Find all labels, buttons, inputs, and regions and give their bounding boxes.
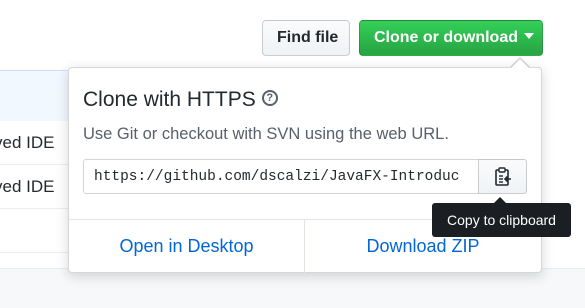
commit-message: ved IDE: [0, 133, 55, 152]
caret-down-icon: [524, 32, 534, 39]
clipboard-icon: [494, 166, 511, 186]
popover-arrow-inner: [511, 59, 529, 68]
clone-or-download-label: Clone or download: [374, 29, 518, 46]
commit-message: ved IDE: [0, 177, 55, 196]
clone-dropdown: Clone with HTTPS? Use Git or checkout wi…: [68, 67, 542, 273]
clone-url-group: [83, 159, 528, 194]
clone-url-input[interactable]: [83, 159, 479, 194]
clone-description: Use Git or checkout with SVN using the w…: [83, 125, 449, 143]
help-icon[interactable]: ?: [261, 90, 278, 107]
clone-title: Clone with HTTPS?: [83, 88, 278, 112]
open-in-desktop-link[interactable]: Open in Desktop: [69, 220, 305, 273]
file-list-header: [0, 70, 75, 122]
file-row[interactable]: ved IDE: [0, 165, 75, 209]
file-row[interactable]: ved IDE: [0, 121, 75, 165]
page-footer-area: [0, 268, 585, 308]
copy-tooltip: Copy to clipboard: [432, 203, 571, 237]
find-file-label: Find file: [277, 29, 339, 46]
file-row[interactable]: [0, 209, 75, 253]
clone-or-download-button[interactable]: Clone or download: [359, 20, 543, 56]
clone-title-text: Clone with HTTPS: [83, 88, 256, 111]
find-file-button[interactable]: Find file: [262, 20, 350, 56]
copy-to-clipboard-button[interactable]: [478, 159, 527, 194]
